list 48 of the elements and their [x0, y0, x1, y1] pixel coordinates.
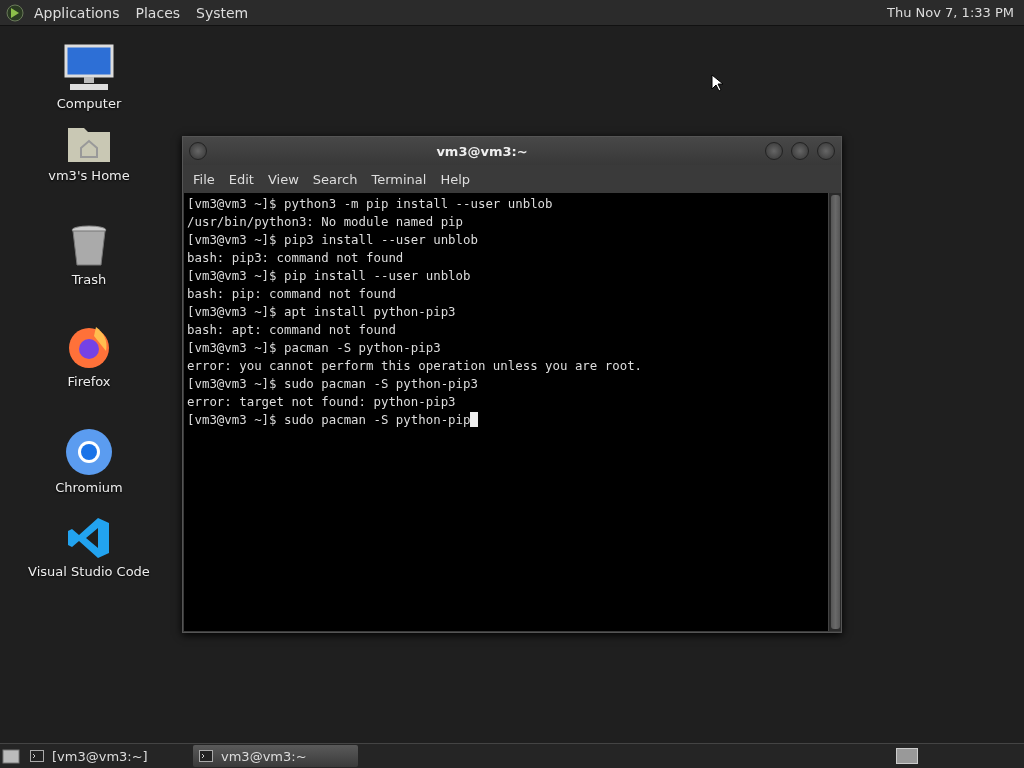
firefox-icon: [66, 324, 112, 370]
panel-menu[interactable]: Places: [129, 4, 187, 21]
terminal-line: [vm3@vm3 ~]$ pacman -S python-pip3: [187, 339, 442, 357]
show-desktop-icon[interactable]: [2, 748, 20, 764]
terminal-line: [vm3@vm3 ~]$ sudo pacman -S python-pip3: [187, 375, 479, 393]
terminal-line: /usr/bin/python3: No module named pip: [187, 213, 464, 231]
terminal-line: [vm3@vm3 ~]$ apt install python-pip3: [187, 303, 457, 321]
terminal-line: error: target not found: python-pip3: [187, 393, 457, 411]
menu-item[interactable]: View: [261, 171, 305, 187]
minimize-button[interactable]: [765, 142, 783, 160]
panel-menu[interactable]: System: [190, 4, 255, 21]
terminal-line: [vm3@vm3 ~]$ sudo pacman -S python-pip: [187, 411, 825, 429]
terminal-line: error: you cannot perform this operation unless you are root.: [187, 357, 644, 375]
menu-item[interactable]: Search: [306, 171, 364, 187]
chromium-icon: [65, 428, 113, 476]
task-button[interactable]: [vm3@vm3:~]: [24, 745, 189, 767]
window-title: vm3@vm3:~: [435, 143, 529, 159]
terminal-line: [vm3@vm3 ~]$ pip3 install --user unblob: [187, 231, 479, 249]
window-menu-button[interactable]: [189, 142, 207, 160]
terminal-icon: [30, 750, 44, 762]
panel-menu[interactable]: Applications: [28, 4, 126, 21]
desktop-icon-label[interactable]: vm3's Home: [48, 168, 130, 183]
terminal-line: [vm3@vm3 ~]$ pip install --user unblob: [187, 267, 472, 285]
menu-item[interactable]: Help: [434, 171, 477, 187]
terminal-line: bash: pip3: command not found: [187, 249, 405, 267]
terminal-line: [vm3@vm3 ~]$ python3 -m pip install --user unblob: [187, 195, 554, 213]
desktop-icon-label[interactable]: Visual Studio Code: [28, 564, 150, 579]
terminal-icon: [199, 750, 213, 762]
menu-item[interactable]: Terminal: [365, 171, 433, 187]
distro-logo-icon[interactable]: [6, 3, 24, 22]
scrollbar[interactable]: [828, 193, 841, 631]
maximize-button[interactable]: [791, 142, 809, 160]
workspace-switcher[interactable]: [896, 748, 918, 764]
menu-item[interactable]: Edit: [222, 171, 260, 187]
terminal-line: bash: pip: command not found: [187, 285, 397, 303]
clock[interactable]: Thu Nov 7, 1:33 PM: [883, 5, 1018, 20]
monitor-icon: [64, 44, 114, 92]
menu-item[interactable]: File: [187, 171, 221, 187]
close-button[interactable]: [817, 142, 835, 160]
desktop-icon-label[interactable]: Trash: [71, 272, 107, 287]
terminal-line: bash: apt: command not found: [187, 321, 397, 339]
task-button[interactable]: vm3@vm3:~: [193, 745, 358, 767]
code-editor-icon: [67, 516, 111, 560]
desktop-icon-label[interactable]: Computer: [56, 96, 122, 111]
desktop-icon-label[interactable]: Chromium: [55, 480, 123, 495]
mouse-pointer-icon: [711, 74, 723, 92]
trash-icon: [69, 224, 109, 268]
desktop-icon-label[interactable]: Firefox: [67, 374, 111, 389]
